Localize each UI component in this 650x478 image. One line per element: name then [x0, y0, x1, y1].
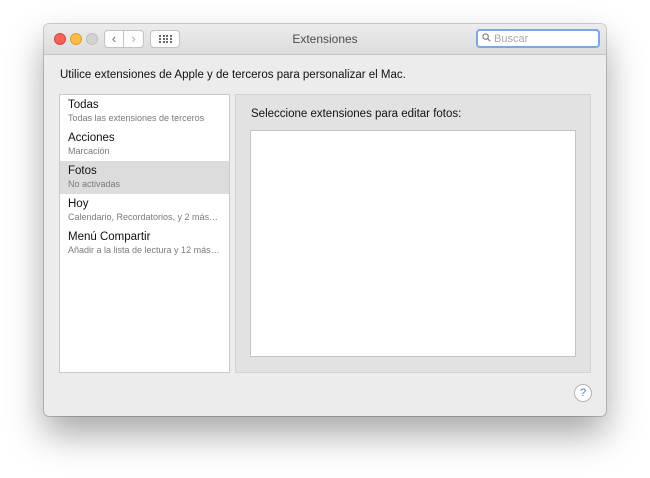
- help-button[interactable]: ?: [574, 384, 592, 402]
- extensions-sidebar: Todas Todas las extensiones de terceros …: [59, 94, 230, 373]
- sidebar-item-title: Menú Compartir: [68, 231, 151, 243]
- preferences-window: ‹ › Extensiones Utilice: [44, 24, 606, 416]
- sidebar-item-subtitle: Marcación: [68, 146, 110, 156]
- sidebar-item-title: Hoy: [68, 198, 89, 210]
- extensions-list[interactable]: [250, 130, 576, 357]
- search-icon: [482, 33, 491, 42]
- sidebar-item-subtitle: Añadir a la lista de lectura y 12 más…: [68, 245, 220, 255]
- sidebar-item-title: Todas: [68, 99, 99, 111]
- search-input[interactable]: [494, 31, 594, 46]
- sidebar-item-hoy[interactable]: Hoy Calendario, Recordatorios, y 2 más…: [60, 194, 229, 227]
- sidebar-item-subtitle: Todas las extensiones de terceros: [68, 113, 205, 123]
- search-field[interactable]: [476, 29, 600, 48]
- sidebar-item-fotos[interactable]: Fotos No activadas: [60, 161, 229, 194]
- content-label: Seleccione extensiones para editar fotos…: [251, 108, 462, 120]
- sidebar-item-subtitle: No activadas: [68, 179, 121, 189]
- question-mark-icon: ?: [579, 387, 587, 399]
- sidebar-item-title: Acciones: [68, 132, 115, 144]
- sidebar-item-todas[interactable]: Todas Todas las extensiones de terceros: [60, 95, 229, 128]
- sidebar-item-menu-compartir[interactable]: Menú Compartir Añadir a la lista de lect…: [60, 227, 229, 260]
- intro-text: Utilice extensiones de Apple y de tercer…: [60, 69, 406, 81]
- title-bar: ‹ › Extensiones: [44, 24, 606, 55]
- sidebar-item-acciones[interactable]: Acciones Marcación: [60, 128, 229, 161]
- desktop-background: ‹ › Extensiones Utilice: [0, 0, 650, 478]
- sidebar-item-subtitle: Calendario, Recordatorios, y 2 más…: [68, 212, 219, 222]
- sidebar-item-title: Fotos: [68, 165, 97, 177]
- content-panel: Seleccione extensiones para editar fotos…: [235, 94, 591, 373]
